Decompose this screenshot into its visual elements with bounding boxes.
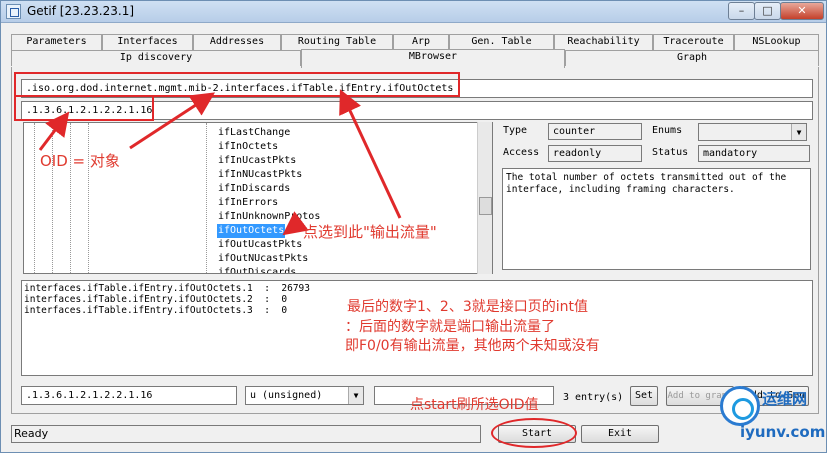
maximize-button[interactable]: □: [754, 2, 781, 20]
tab-arp[interactable]: Arp: [393, 34, 449, 50]
tab-graph[interactable]: Graph: [565, 50, 819, 66]
status-label: Status: [652, 147, 689, 158]
set-oid-input[interactable]: .1.3.6.1.2.1.2.2.1.16: [21, 386, 237, 405]
tree-guide-line: [70, 123, 71, 273]
tab-mbrowser[interactable]: MBrowser: [301, 49, 565, 68]
annotation-select-note: 点选到此"输出流量": [303, 223, 437, 241]
close-button[interactable]: ✕: [780, 2, 824, 20]
type-label: Type: [503, 125, 528, 136]
oid-numeric-highlight: [14, 95, 154, 121]
tab-gen-table[interactable]: Gen. Table: [449, 34, 554, 50]
oid-path-highlight: [14, 72, 460, 97]
set-type-value: u (unsigned): [250, 390, 323, 401]
tree-item[interactable]: ifInUcastPkts: [217, 154, 297, 168]
status-bar: Ready: [11, 425, 481, 443]
window-title: Getif [23.23.23.1]: [27, 4, 135, 18]
tree-scrollbar[interactable]: [477, 122, 492, 274]
tree-item-selected[interactable]: ifOutOctets: [217, 224, 286, 238]
tab-parameters[interactable]: Parameters: [11, 34, 102, 50]
tree-item[interactable]: ifOutDiscards: [217, 266, 297, 273]
access-field: readonly: [548, 145, 642, 162]
tab-interfaces[interactable]: Interfaces: [102, 34, 193, 50]
tree-item[interactable]: ifOutNUcastPkts: [217, 252, 309, 266]
annotation-result-note-3: 即F0/0有输出流量，其他两个未知或没有: [345, 338, 600, 354]
tab-ip-discovery[interactable]: Ip discovery: [11, 50, 301, 66]
app-icon: [6, 4, 21, 19]
chevron-down-icon[interactable]: ▼: [791, 124, 806, 140]
watermark-name: 运维网: [762, 390, 808, 408]
output-row: interfaces.ifTable.ifEntry.ifOutOctets.1…: [24, 283, 310, 294]
minimize-button[interactable]: –: [728, 2, 755, 20]
entry-count: 3 entry(s): [563, 392, 624, 403]
set-button[interactable]: Set: [630, 386, 658, 406]
tree-item[interactable]: ifInOctets: [217, 140, 279, 154]
tab-addresses[interactable]: Addresses: [193, 34, 281, 50]
tree-guide-line: [206, 123, 207, 273]
tree-guide-line: [34, 123, 35, 273]
tab-routing-table[interactable]: Routing Table: [281, 34, 393, 50]
mib-tree[interactable]: ifLastChange ifInOctets ifInUcastPkts if…: [23, 122, 493, 274]
tree-item[interactable]: ifInDiscards: [217, 182, 291, 196]
description-box[interactable]: The total number of octets transmitted o…: [502, 168, 811, 270]
access-label: Access: [503, 147, 540, 158]
tree-item[interactable]: ifLastChange: [217, 126, 291, 140]
tree-guide-line: [88, 123, 89, 273]
tree-guide-line: [52, 123, 53, 273]
tab-nslookup[interactable]: NSLookup: [734, 34, 819, 50]
start-button-highlight: [491, 418, 577, 448]
tab-reachability[interactable]: Reachability: [554, 34, 653, 50]
enums-label: Enums: [652, 125, 683, 136]
annotation-result-note-1: 最后的数字1、2、3就是接口页的int值: [347, 299, 588, 315]
exit-button[interactable]: Exit: [581, 425, 659, 443]
status-field: mandatory: [698, 145, 810, 162]
enums-combo[interactable]: ▼: [698, 123, 807, 141]
watermark: 运维网 iyunv.com: [718, 378, 826, 450]
tree-item[interactable]: ifOutUcastPkts: [217, 238, 303, 252]
watermark-url: iyunv.com: [740, 423, 826, 441]
chevron-down-icon[interactable]: ▼: [348, 387, 363, 404]
annotation-start-note: 点start刷所选OID值: [410, 397, 539, 413]
tree-item[interactable]: ifInErrors: [217, 196, 279, 210]
set-type-select[interactable]: u (unsigned) ▼: [245, 386, 364, 405]
type-field: counter: [548, 123, 642, 140]
annotation-oid-label: OID = 对象: [40, 152, 120, 170]
tree-item[interactable]: ifInNUcastPkts: [217, 168, 303, 182]
tab-strip: Parameters Interfaces Addresses Routing …: [11, 34, 819, 68]
tree-scroll-thumb[interactable]: [479, 197, 492, 215]
annotation-result-note-2: ：后面的数字就是端口输出流量了: [345, 319, 555, 335]
title-bar[interactable]: Getif [23.23.23.1] – □ ✕: [1, 1, 826, 23]
tab-traceroute[interactable]: Traceroute: [653, 34, 734, 50]
watermark-logo-icon: [720, 386, 760, 426]
